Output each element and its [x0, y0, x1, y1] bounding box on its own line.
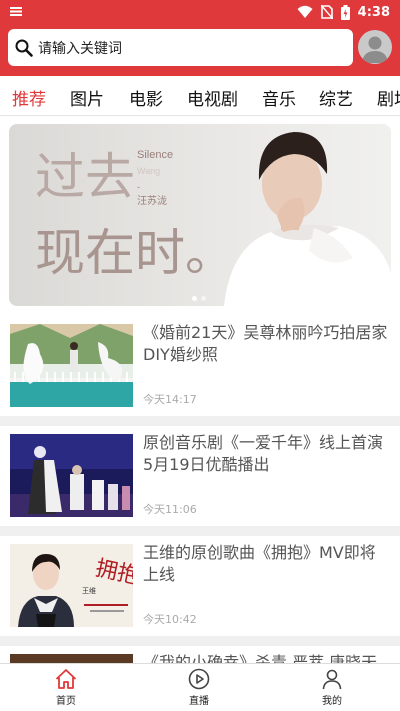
carousel-dot	[201, 296, 206, 301]
news-title: 王维的原创歌曲《拥抱》MV即将上线	[143, 543, 376, 584]
nav-mine-label: 我的	[322, 696, 342, 707]
tab-theater[interactable]: 剧场	[377, 85, 400, 110]
nav-home[interactable]: 首页	[36, 667, 96, 707]
banner-dash: -	[137, 182, 140, 192]
nav-mine[interactable]: 我的	[302, 667, 362, 707]
search-input[interactable]: 请输入关键词	[8, 29, 353, 66]
news-thumbnail: 拥抱 王维	[10, 544, 133, 627]
banner-section: 过去 现在时。 Silence Wang - 汪苏泷	[0, 116, 400, 316]
news-title: 《婚前21天》吴尊林丽吟巧拍居家DIY婚纱照	[143, 323, 388, 364]
nav-live-label: 直播	[189, 696, 209, 707]
tab-movies[interactable]: 电影	[129, 85, 163, 110]
news-time: 今天14:17	[143, 393, 197, 406]
mv-poster-image: 拥抱 王维	[10, 544, 133, 627]
banner-big-text-2: 现在时。	[35, 224, 235, 282]
user-avatar-icon	[362, 36, 388, 63]
nav-live[interactable]: 直播	[169, 667, 229, 707]
wedding-photo-image	[10, 324, 133, 407]
mv-poster-name: 王维	[82, 586, 96, 595]
user-icon	[322, 669, 342, 690]
tab-music[interactable]: 音乐	[262, 85, 296, 110]
avatar[interactable]	[358, 30, 392, 64]
status-bar: 4:38	[0, 0, 400, 24]
news-time: 今天11:06	[143, 503, 197, 516]
carousel-indicator	[192, 296, 206, 301]
news-thumbnail	[10, 434, 133, 517]
tab-tv-series[interactable]: 电视剧	[187, 85, 238, 110]
tab-variety[interactable]: 综艺	[319, 85, 353, 110]
banner-carousel[interactable]: 过去 现在时。 Silence Wang - 汪苏泷	[9, 124, 391, 306]
news-item[interactable]: 原创音乐剧《一爱千年》线上首演 5月19日优酷播出 今天11:06	[0, 426, 400, 526]
tab-pictures[interactable]: 图片	[70, 85, 104, 110]
banner-big-text-1: 过去	[35, 148, 135, 206]
search-icon	[15, 39, 33, 57]
banner-singer-image	[224, 132, 391, 306]
header: 请输入关键词	[0, 24, 400, 76]
app-root: 4:38 请输入关键词 推荐 图片 电影 电视剧 音乐 综艺 剧场	[0, 0, 400, 711]
banner-artwork: 过去 现在时。 Silence Wang - 汪苏泷	[35, 132, 391, 306]
battery-icon	[340, 4, 350, 20]
search-placeholder: 请输入关键词	[38, 40, 122, 57]
news-item[interactable]: 拥抱 王维 王维的原创歌曲《拥抱》MV即将上线 今天10:42	[0, 536, 400, 636]
no-sim-icon	[320, 5, 333, 19]
bottom-navigation: 首页 直播 我的	[0, 663, 400, 711]
news-thumbnail	[10, 324, 133, 407]
notification-icon	[10, 7, 22, 16]
category-tabs: 推荐 图片 电影 电视剧 音乐 综艺 剧场	[0, 76, 400, 116]
clock: 4:38	[357, 4, 390, 20]
banner-artist: 汪苏泷	[137, 194, 167, 207]
tab-recommend[interactable]: 推荐	[12, 85, 46, 110]
stage-photo-image	[10, 434, 133, 517]
nav-home-label: 首页	[56, 696, 76, 707]
wifi-icon	[297, 5, 313, 18]
banner-song-title: Silence	[137, 149, 173, 161]
carousel-dot-active	[192, 296, 197, 301]
news-item[interactable]: 《婚前21天》吴尊林丽吟巧拍居家DIY婚纱照 今天14:17	[0, 316, 400, 416]
home-icon	[55, 669, 77, 689]
banner-song-subtitle: Wang	[137, 166, 160, 176]
news-time: 今天10:42	[143, 613, 197, 626]
news-title: 原创音乐剧《一爱千年》线上首演 5月19日优酷播出	[143, 433, 384, 474]
status-icons: 4:38	[297, 4, 390, 20]
play-circle-icon	[188, 668, 210, 690]
